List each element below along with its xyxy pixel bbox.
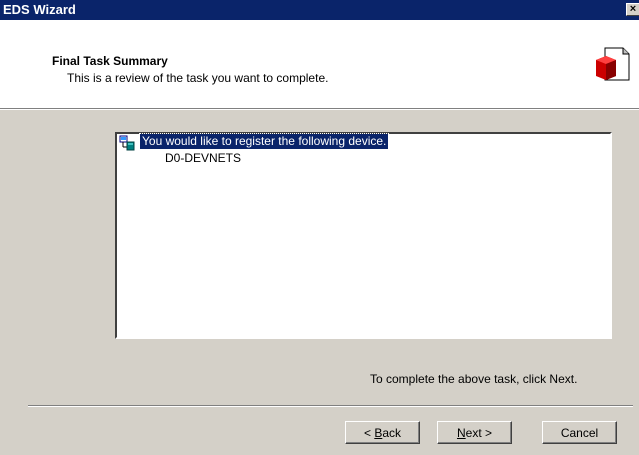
device-item[interactable]: D0-DEVNETS (165, 151, 241, 166)
close-button[interactable]: × (626, 3, 639, 16)
summary-tree[interactable]: You would like to register the following… (115, 132, 612, 339)
next-mnemonic: N (456, 425, 466, 440)
wizard-header: Final Task Summary This is a review of t… (0, 20, 639, 108)
footer-separator (28, 405, 633, 407)
summary-root-item[interactable]: You would like to register the following… (138, 133, 390, 150)
page-subtitle: This is a review of the task you want to… (67, 71, 329, 85)
title-bar: EDS Wizard × (0, 0, 639, 20)
next-rest: ext (465, 425, 482, 440)
close-icon: × (629, 3, 637, 15)
window-title: EDS Wizard (3, 2, 76, 17)
page-title: Final Task Summary (52, 54, 168, 68)
eds-wizard-icon (596, 47, 630, 81)
device-icon (119, 135, 135, 151)
instruction-text: To complete the above task, click Next. (370, 372, 578, 386)
cancel-button[interactable]: Cancel (542, 421, 617, 444)
next-button[interactable]: Next > (437, 421, 512, 444)
next-suffix: > (481, 425, 493, 440)
back-rest: ack (382, 425, 402, 440)
back-prefix: < (363, 425, 375, 440)
back-button[interactable]: < Back (345, 421, 420, 444)
